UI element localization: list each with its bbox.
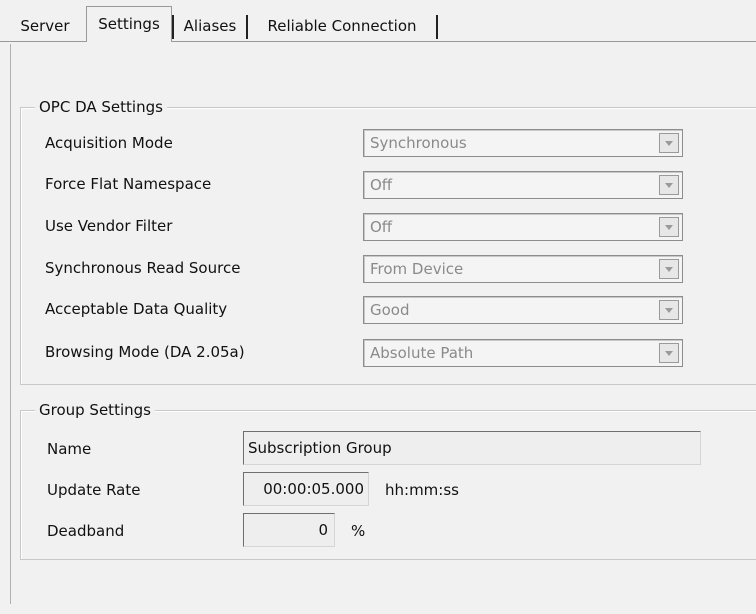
synchronous-read-source-label: Synchronous Read Source — [45, 259, 241, 277]
chevron-down-icon[interactable] — [659, 300, 679, 320]
force-flat-namespace-select[interactable]: Off — [363, 171, 683, 199]
acquisition-mode-label: Acquisition Mode — [45, 134, 173, 152]
deadband-field[interactable]: 0 — [243, 513, 335, 547]
force-flat-namespace-value: Off — [370, 176, 393, 194]
tab-server[interactable]: Server — [14, 12, 76, 40]
tab-strip: Server Settings Aliases Reliable Connect… — [0, 0, 756, 46]
use-vendor-filter-value: Off — [370, 218, 393, 236]
use-vendor-filter-select[interactable]: Off — [363, 213, 683, 241]
browsing-mode-label: Browsing Mode (DA 2.05a) — [45, 343, 245, 361]
acceptable-data-quality-select[interactable]: Good — [363, 296, 683, 324]
browsing-mode-value: Absolute Path — [370, 344, 474, 362]
chevron-down-icon[interactable] — [659, 217, 679, 237]
acquisition-mode-value: Synchronous — [370, 134, 467, 152]
chevron-down-icon[interactable] — [659, 133, 679, 153]
tab-separator — [246, 15, 248, 39]
tab-separator — [436, 15, 438, 39]
acceptable-data-quality-value: Good — [370, 301, 410, 319]
opc-da-settings-title: OPC DA Settings — [35, 97, 167, 117]
group-settings-group: Group Settings Name Subscription Group U… — [20, 400, 756, 560]
name-label: Name — [47, 440, 92, 458]
update-rate-field[interactable]: 00:00:05.000 — [243, 472, 369, 506]
opc-da-settings-group: OPC DA Settings Acquisition Mode Synchro… — [20, 97, 756, 385]
synchronous-read-source-value: From Device — [370, 260, 464, 278]
tab-separator — [172, 15, 174, 39]
browsing-mode-select[interactable]: Absolute Path — [363, 339, 683, 367]
tab-settings[interactable]: Settings — [86, 6, 172, 42]
update-rate-unit: hh:mm:ss — [385, 481, 459, 499]
acquisition-mode-select[interactable]: Synchronous — [363, 129, 683, 157]
tab-aliases[interactable]: Aliases — [176, 12, 244, 40]
group-settings-title: Group Settings — [35, 400, 155, 420]
force-flat-namespace-label: Force Flat Namespace — [45, 175, 212, 193]
name-field[interactable]: Subscription Group — [243, 431, 701, 465]
update-rate-label: Update Rate — [47, 481, 141, 499]
synchronous-read-source-select[interactable]: From Device — [363, 255, 683, 283]
chevron-down-icon[interactable] — [659, 175, 679, 195]
chevron-down-icon[interactable] — [659, 259, 679, 279]
deadband-unit: % — [351, 522, 366, 540]
use-vendor-filter-label: Use Vendor Filter — [45, 217, 173, 235]
chevron-down-icon[interactable] — [659, 343, 679, 363]
tab-reliable-connection[interactable]: Reliable Connection — [250, 12, 434, 40]
deadband-label: Deadband — [47, 522, 125, 540]
acceptable-data-quality-label: Acceptable Data Quality — [45, 300, 228, 318]
